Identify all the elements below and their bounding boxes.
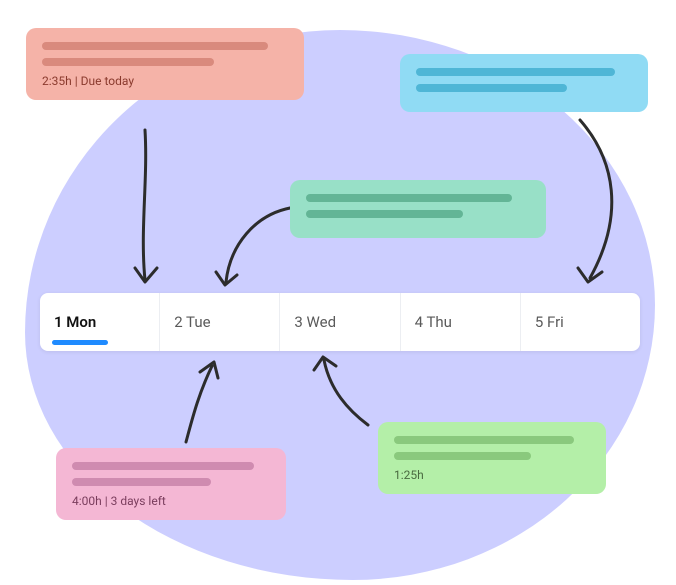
day-label: 1 Mon <box>54 313 96 331</box>
task-card-blue[interactable] <box>400 54 648 112</box>
day-wed[interactable]: 3 Wed <box>280 293 400 351</box>
placeholder-line <box>306 194 512 202</box>
placeholder-line <box>394 452 531 460</box>
task-card-teal[interactable] <box>290 180 546 238</box>
placeholder-line <box>72 462 254 470</box>
day-fri[interactable]: 5 Fri <box>521 293 640 351</box>
task-card-green[interactable]: 1:25h <box>378 422 606 494</box>
day-label: 3 Wed <box>294 313 336 331</box>
placeholder-line <box>416 84 567 92</box>
placeholder-line <box>416 68 615 76</box>
day-thu[interactable]: 4 Thu <box>401 293 521 351</box>
active-day-indicator <box>52 340 108 345</box>
task-card-pink[interactable]: 4:00h | 3 days left <box>56 448 286 520</box>
week-strip: 1 Mon 2 Tue 3 Wed 4 Thu 5 Fri <box>40 293 640 351</box>
placeholder-line <box>306 210 463 218</box>
day-label: 2 Tue <box>174 313 210 331</box>
task-meta: 4:00h | 3 days left <box>72 494 270 508</box>
task-card-red[interactable]: 2:35h | Due today <box>26 28 304 100</box>
placeholder-line <box>394 436 574 444</box>
placeholder-line <box>72 478 211 486</box>
day-label: 4 Thu <box>415 313 452 331</box>
placeholder-line <box>42 58 214 66</box>
task-meta: 2:35h | Due today <box>42 74 288 88</box>
task-meta: 1:25h <box>394 468 590 482</box>
placeholder-line <box>42 42 268 50</box>
day-mon[interactable]: 1 Mon <box>40 293 160 351</box>
day-label: 5 Fri <box>535 313 564 331</box>
day-tue[interactable]: 2 Tue <box>160 293 280 351</box>
